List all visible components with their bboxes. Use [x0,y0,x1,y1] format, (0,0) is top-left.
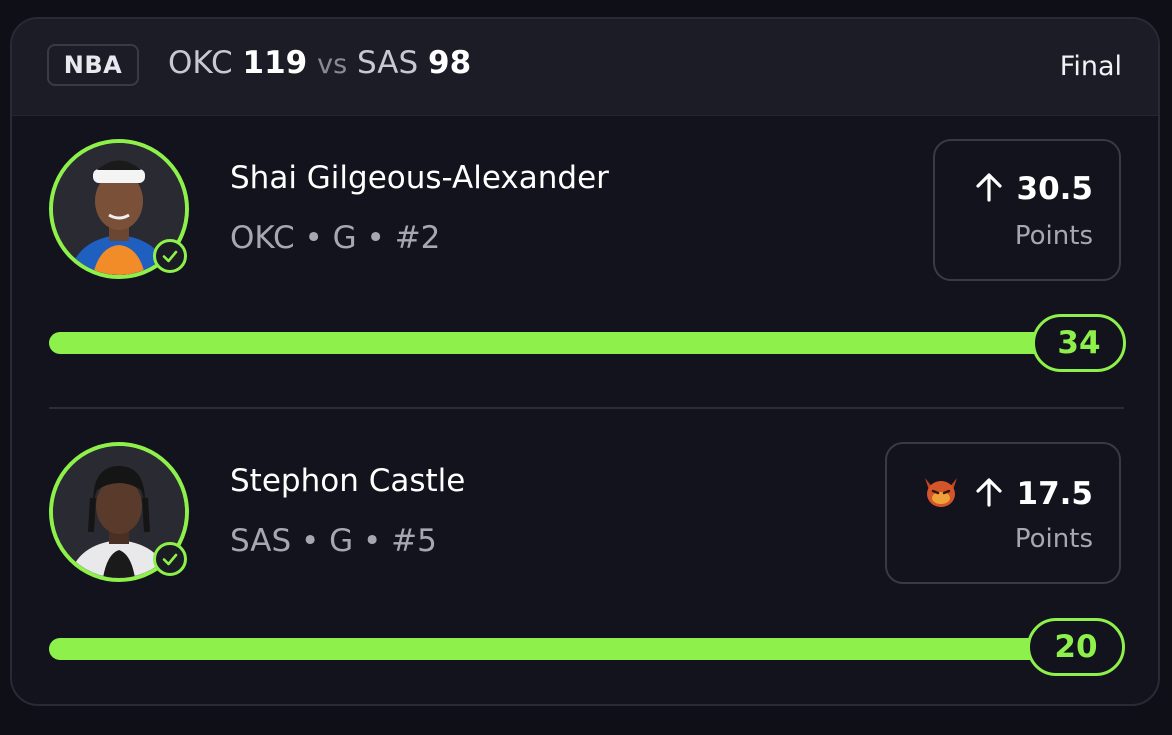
result-pill: 20 [1027,618,1125,676]
player-meta: SAS • G • #5 [230,523,437,559]
player-avatar [49,442,189,582]
away-team: SAS [357,45,419,81]
prop-line-box[interactable]: 17.5 Points [885,442,1121,584]
prop-stat-label: Points [1014,221,1093,251]
prop-stat-label: Points [1014,524,1093,554]
player-row[interactable]: Stephon Castle SAS • G • #5 17.5 Points … [12,418,1158,704]
progress-fill [49,638,1089,660]
player-meta: OKC • G • #2 [230,220,441,256]
prop-line-value: 17.5 [1016,476,1094,512]
league-badge: NBA [47,44,139,86]
game-status: Final [1059,51,1122,82]
prop-line-value: 30.5 [1016,171,1094,207]
home-team: OKC [168,45,233,81]
home-score: 119 [242,45,308,81]
check-circle-icon [153,239,187,273]
result-pill: 34 [1032,314,1126,372]
arrow-up-icon [975,477,1003,511]
player-row[interactable]: Shai Gilgeous-Alexander OKC • G • #2 30.… [12,115,1158,405]
matchup-score: OKC 119 vs SAS 98 [168,45,471,81]
game-card[interactable]: NBA OKC 119 vs SAS 98 Final Shai Gilgeou… [10,17,1160,706]
check-circle-icon [153,542,187,576]
prop-line-row: 30.5 [975,171,1094,207]
player-name: Stephon Castle [230,463,466,499]
vs-label: vs [317,49,348,80]
away-score: 98 [428,45,472,81]
player-name: Shai Gilgeous-Alexander [230,160,609,196]
card-header: NBA OKC 119 vs SAS 98 Final [12,19,1158,116]
progress-bar [49,332,1089,354]
devil-emoji-icon [921,474,961,514]
progress-bar [49,638,1089,660]
divider [49,407,1124,409]
progress-fill [49,332,1089,354]
prop-line-row: 17.5 [921,474,1094,514]
prop-line-box[interactable]: 30.5 Points [933,139,1121,281]
player-avatar [49,139,189,279]
arrow-up-icon [975,172,1003,206]
